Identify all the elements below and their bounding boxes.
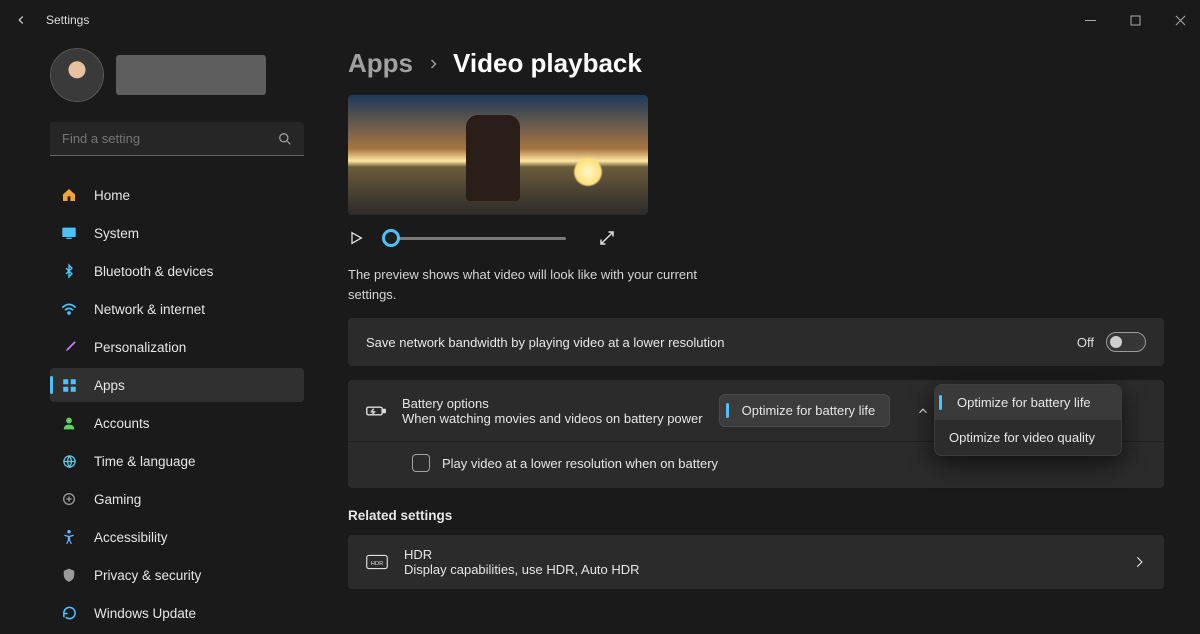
hdr-subtitle: Display capabilities, use HDR, Auto HDR bbox=[404, 562, 640, 577]
bandwidth-toggle[interactable] bbox=[1106, 332, 1146, 352]
sidebar-item-gaming[interactable]: Gaming bbox=[50, 482, 304, 516]
profile-block[interactable] bbox=[50, 48, 304, 102]
sidebar-item-time[interactable]: Time & language bbox=[50, 444, 304, 478]
play-button[interactable] bbox=[348, 230, 364, 246]
battery-header[interactable]: Battery options When watching movies and… bbox=[348, 380, 1164, 441]
dropdown-option-video-quality[interactable]: Optimize for video quality bbox=[935, 420, 1121, 455]
sidebar: Home System Bluetooth & devices Network … bbox=[0, 40, 320, 600]
system-icon bbox=[60, 224, 78, 242]
globe-icon bbox=[60, 452, 78, 470]
preview-description: The preview shows what video will look l… bbox=[348, 265, 708, 304]
update-icon bbox=[60, 604, 78, 622]
brush-icon bbox=[60, 338, 78, 356]
hdr-icon: HDR bbox=[366, 554, 388, 570]
wifi-icon bbox=[60, 300, 78, 318]
battery-section: Battery options When watching movies and… bbox=[348, 380, 1164, 488]
window-title: Settings bbox=[46, 13, 89, 27]
svg-text:HDR: HDR bbox=[371, 561, 384, 567]
sidebar-item-label: Apps bbox=[94, 378, 125, 393]
close-icon bbox=[1175, 15, 1186, 26]
sidebar-item-network[interactable]: Network & internet bbox=[50, 292, 304, 326]
maximize-icon bbox=[1130, 15, 1141, 26]
slider-knob[interactable] bbox=[382, 229, 400, 247]
minimize-button[interactable] bbox=[1085, 15, 1096, 26]
sidebar-item-update[interactable]: Windows Update bbox=[50, 596, 304, 630]
sidebar-item-apps[interactable]: Apps bbox=[50, 368, 304, 402]
profile-name-placeholder bbox=[116, 55, 266, 95]
sidebar-item-label: Network & internet bbox=[94, 302, 205, 317]
content: Apps Video playback The preview shows wh… bbox=[320, 40, 1200, 600]
back-button[interactable] bbox=[14, 13, 28, 27]
sidebar-item-label: Home bbox=[94, 188, 130, 203]
shield-icon bbox=[60, 566, 78, 584]
accessibility-icon bbox=[60, 528, 78, 546]
bluetooth-icon bbox=[60, 262, 78, 280]
minimize-icon bbox=[1085, 15, 1096, 26]
battery-dropdown-value: Optimize for battery life bbox=[734, 403, 876, 418]
breadcrumb-parent[interactable]: Apps bbox=[348, 48, 413, 79]
preview-controls bbox=[348, 229, 1164, 247]
chevron-up-icon bbox=[916, 404, 930, 418]
nav: Home System Bluetooth & devices Network … bbox=[50, 178, 304, 634]
dropdown-option-label: Optimize for battery life bbox=[949, 395, 1091, 410]
sidebar-item-label: Personalization bbox=[94, 340, 186, 355]
search-input[interactable] bbox=[50, 122, 304, 156]
battery-lowres-checkbox[interactable] bbox=[412, 454, 430, 472]
page-title: Video playback bbox=[453, 48, 642, 79]
fullscreen-button[interactable] bbox=[598, 229, 616, 247]
related-settings-heading: Related settings bbox=[348, 508, 1164, 523]
battery-lowres-label: Play video at a lower resolution when on… bbox=[442, 456, 718, 471]
close-button[interactable] bbox=[1175, 15, 1186, 26]
sidebar-item-home[interactable]: Home bbox=[50, 178, 304, 212]
play-icon bbox=[348, 230, 364, 246]
hdr-title: HDR bbox=[404, 547, 640, 562]
preview-sun bbox=[573, 157, 603, 187]
sidebar-item-accessibility[interactable]: Accessibility bbox=[50, 520, 304, 554]
battery-dropdown[interactable]: Optimize for battery life bbox=[719, 394, 891, 427]
avatar bbox=[50, 48, 104, 102]
battery-icon bbox=[366, 404, 386, 418]
sidebar-item-label: System bbox=[94, 226, 139, 241]
chevron-right-icon bbox=[427, 58, 439, 70]
sidebar-item-label: Gaming bbox=[94, 492, 141, 507]
gaming-icon bbox=[60, 490, 78, 508]
expand-icon bbox=[598, 229, 616, 247]
sidebar-item-bluetooth[interactable]: Bluetooth & devices bbox=[50, 254, 304, 288]
sidebar-item-system[interactable]: System bbox=[50, 216, 304, 250]
battery-title: Battery options bbox=[402, 396, 703, 411]
arrow-left-icon bbox=[14, 13, 28, 27]
dropdown-option-label: Optimize for video quality bbox=[949, 430, 1095, 445]
bandwidth-toggle-state: Off bbox=[1077, 335, 1094, 350]
collapse-button[interactable] bbox=[916, 404, 930, 418]
breadcrumb: Apps Video playback bbox=[348, 48, 1164, 79]
sidebar-item-label: Accounts bbox=[94, 416, 150, 431]
sidebar-item-accounts[interactable]: Accounts bbox=[50, 406, 304, 440]
battery-subtitle: When watching movies and videos on batte… bbox=[402, 411, 703, 426]
person-icon bbox=[60, 414, 78, 432]
hdr-row[interactable]: HDR HDR Display capabilities, use HDR, A… bbox=[348, 535, 1164, 589]
apps-icon bbox=[60, 376, 78, 394]
sidebar-item-label: Time & language bbox=[94, 454, 196, 469]
sidebar-item-privacy[interactable]: Privacy & security bbox=[50, 558, 304, 592]
preview-slider[interactable] bbox=[386, 237, 566, 240]
battery-dropdown-menu: Optimize for battery life Optimize for v… bbox=[934, 384, 1122, 456]
maximize-button[interactable] bbox=[1130, 15, 1141, 26]
sidebar-item-label: Accessibility bbox=[94, 530, 168, 545]
search-icon bbox=[278, 132, 292, 146]
sidebar-item-personalization[interactable]: Personalization bbox=[50, 330, 304, 364]
sidebar-item-label: Windows Update bbox=[94, 606, 196, 621]
dropdown-option-battery-life[interactable]: Optimize for battery life bbox=[935, 385, 1121, 420]
titlebar: Settings bbox=[0, 0, 1200, 40]
bandwidth-label: Save network bandwidth by playing video … bbox=[366, 335, 1077, 350]
bandwidth-row[interactable]: Save network bandwidth by playing video … bbox=[348, 318, 1164, 366]
sidebar-item-label: Bluetooth & devices bbox=[94, 264, 213, 279]
sidebar-item-label: Privacy & security bbox=[94, 568, 201, 583]
chevron-right-icon bbox=[1132, 555, 1146, 569]
home-icon bbox=[60, 186, 78, 204]
video-preview bbox=[348, 95, 648, 215]
preview-person bbox=[466, 115, 520, 201]
